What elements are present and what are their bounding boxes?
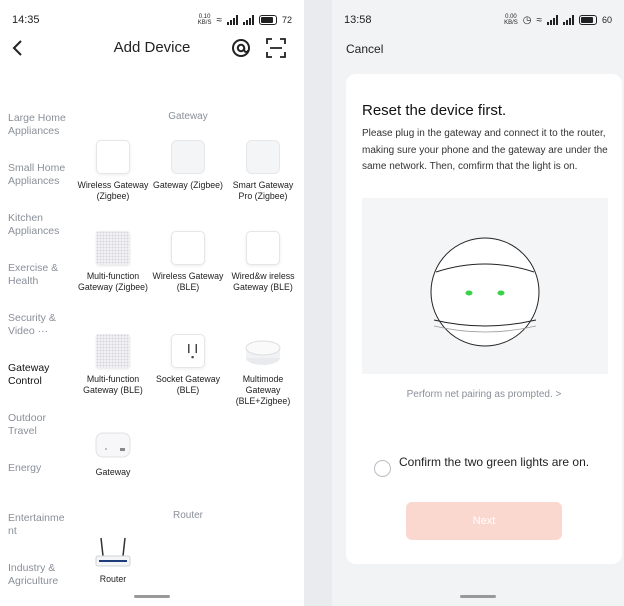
device-name: Smart Gateway Pro (Zigbee) bbox=[232, 180, 294, 201]
status-time: 14:35 bbox=[12, 14, 40, 26]
device-image bbox=[94, 427, 132, 463]
category-energy[interactable]: Energy bbox=[8, 462, 76, 512]
battery-icon bbox=[258, 15, 277, 25]
wifi-icon: ≈ bbox=[536, 14, 542, 26]
device-multifunction-gateway-ble[interactable]: Multi-function Gateway (BLE) bbox=[77, 334, 149, 396]
device-name: Gateway (Zigbee) bbox=[153, 180, 223, 190]
device-name: Gateway bbox=[95, 467, 131, 477]
reset-device-screen: 13:58 0.00 KB/S ◷ ≈ 60 Cancel Reset the d… bbox=[332, 0, 624, 606]
confirm-lights-radio[interactable] bbox=[374, 460, 391, 477]
section-gateway: Gateway bbox=[168, 111, 208, 122]
category-list: Large Home Appliances Small Home Applian… bbox=[8, 112, 76, 606]
add-device-screen: 14:35 0.10 KB/S ≈ 72 Add Device Large Hom… bbox=[0, 0, 304, 606]
device-name: Router bbox=[99, 574, 127, 584]
device-router[interactable]: Router bbox=[77, 534, 149, 588]
status-icons: 0.00 KB/S ◷ ≈ 60 bbox=[504, 14, 612, 26]
device-multimode-gateway[interactable]: Multimode Gateway (BLE+Zigbee) bbox=[227, 334, 299, 407]
card-description: Please plug in the gateway and connect i… bbox=[362, 128, 608, 172]
status-icons: 0.10 KB/S ≈ 72 bbox=[198, 14, 292, 26]
device-name: Wireless Gateway (BLE) bbox=[152, 271, 224, 292]
device-image bbox=[94, 534, 132, 570]
device-gateway[interactable]: Gateway bbox=[77, 427, 149, 478]
device-image bbox=[244, 231, 282, 267]
alarm-icon: ◷ bbox=[522, 14, 532, 26]
device-wireless-gateway-zigbee[interactable]: Wireless Gateway (Zigbee) bbox=[77, 140, 149, 202]
network-speed: 0.10 KB/S bbox=[197, 14, 212, 26]
card-title: Reset the device first. bbox=[362, 102, 507, 119]
device-wireless-gateway-ble[interactable]: Wireless Gateway (BLE) bbox=[152, 231, 224, 293]
status-bar: 13:58 0.00 KB/S ◷ ≈ 60 bbox=[332, 0, 624, 40]
device-name: Multimode Gateway (BLE+Zigbee) bbox=[235, 374, 291, 406]
device-image bbox=[94, 231, 132, 267]
cancel-button[interactable]: Cancel bbox=[346, 42, 383, 56]
network-speed: 0.00 KB/S bbox=[504, 14, 518, 26]
category-kitchen-appliances[interactable]: Kitchen Appliances bbox=[8, 212, 76, 262]
section-router: Router bbox=[172, 510, 203, 521]
at-sign-icon[interactable] bbox=[230, 37, 252, 59]
socket-icon: ❙❙ ▪ bbox=[185, 343, 201, 362]
battery-level: 60 bbox=[601, 15, 612, 25]
signal-icon-2 bbox=[242, 15, 254, 25]
home-indicator[interactable] bbox=[134, 595, 170, 598]
gateway-lights-image bbox=[430, 237, 540, 347]
battery-level: 72 bbox=[281, 15, 292, 25]
device-image bbox=[94, 334, 132, 370]
page-title: Add Device bbox=[113, 39, 191, 56]
category-entertainment[interactable]: Entertainme nt bbox=[8, 512, 76, 562]
signal-icon bbox=[226, 15, 238, 25]
device-socket-gateway-ble[interactable]: ❙❙ ▪ Socket Gateway (BLE) bbox=[152, 334, 224, 396]
device-image bbox=[244, 334, 282, 370]
device-smart-gateway-pro[interactable]: Smart Gateway Pro (Zigbee) bbox=[227, 140, 299, 202]
device-wired-wireless-gateway-ble[interactable]: Wired&w ireless Gateway (BLE) bbox=[227, 231, 299, 293]
device-image bbox=[169, 140, 207, 176]
category-gateway-control[interactable]: Gateway Control bbox=[8, 362, 76, 412]
signal-icon-2 bbox=[562, 15, 574, 25]
scan-icon[interactable] bbox=[265, 37, 287, 59]
device-image bbox=[169, 231, 207, 267]
category-exercise-health[interactable]: Exercise & Health bbox=[8, 262, 76, 312]
device-image bbox=[94, 140, 132, 176]
wifi-icon: ≈ bbox=[216, 14, 222, 26]
category-outdoor-travel[interactable]: Outdoor Travel bbox=[8, 412, 76, 462]
status-time: 13:58 bbox=[344, 14, 372, 26]
signal-icon bbox=[546, 15, 558, 25]
device-name: Multi-function Gateway (BLE) bbox=[83, 374, 143, 395]
gateway-illustration bbox=[362, 198, 608, 374]
device-image: ❙❙ ▪ bbox=[169, 334, 207, 370]
category-large-home-appliances[interactable]: Large Home Appliances bbox=[8, 112, 76, 162]
category-small-home-appliances[interactable]: Small Home Appliances bbox=[8, 162, 76, 212]
device-name: Multi-function Gateway (Zigbee) bbox=[78, 271, 148, 292]
battery-icon bbox=[578, 15, 597, 25]
device-image bbox=[244, 140, 282, 176]
confirm-lights-label[interactable]: Confirm the two green lights are on. bbox=[399, 454, 599, 470]
device-multifunction-gateway-zigbee[interactable]: Multi-function Gateway (Zigbee) bbox=[77, 231, 149, 293]
reset-instructions-card: Reset the device first. Please plug in t… bbox=[346, 74, 622, 564]
next-button[interactable]: Next bbox=[406, 502, 562, 540]
device-name: Socket Gateway (BLE) bbox=[155, 374, 221, 395]
device-gateway-zigbee[interactable]: Gateway (Zigbee) bbox=[152, 140, 224, 191]
home-indicator[interactable] bbox=[460, 595, 496, 598]
device-name: Wireless Gateway (Zigbee) bbox=[77, 180, 149, 201]
header: Add Device bbox=[0, 34, 304, 64]
category-security-video[interactable]: Security & Video ··· bbox=[8, 312, 76, 362]
net-pairing-link[interactable]: Perform net pairing as prompted. > bbox=[346, 389, 622, 400]
category-industry-agriculture[interactable]: Industry & Agriculture bbox=[8, 562, 76, 606]
device-name: Wired&w ireless Gateway (BLE) bbox=[231, 271, 295, 292]
